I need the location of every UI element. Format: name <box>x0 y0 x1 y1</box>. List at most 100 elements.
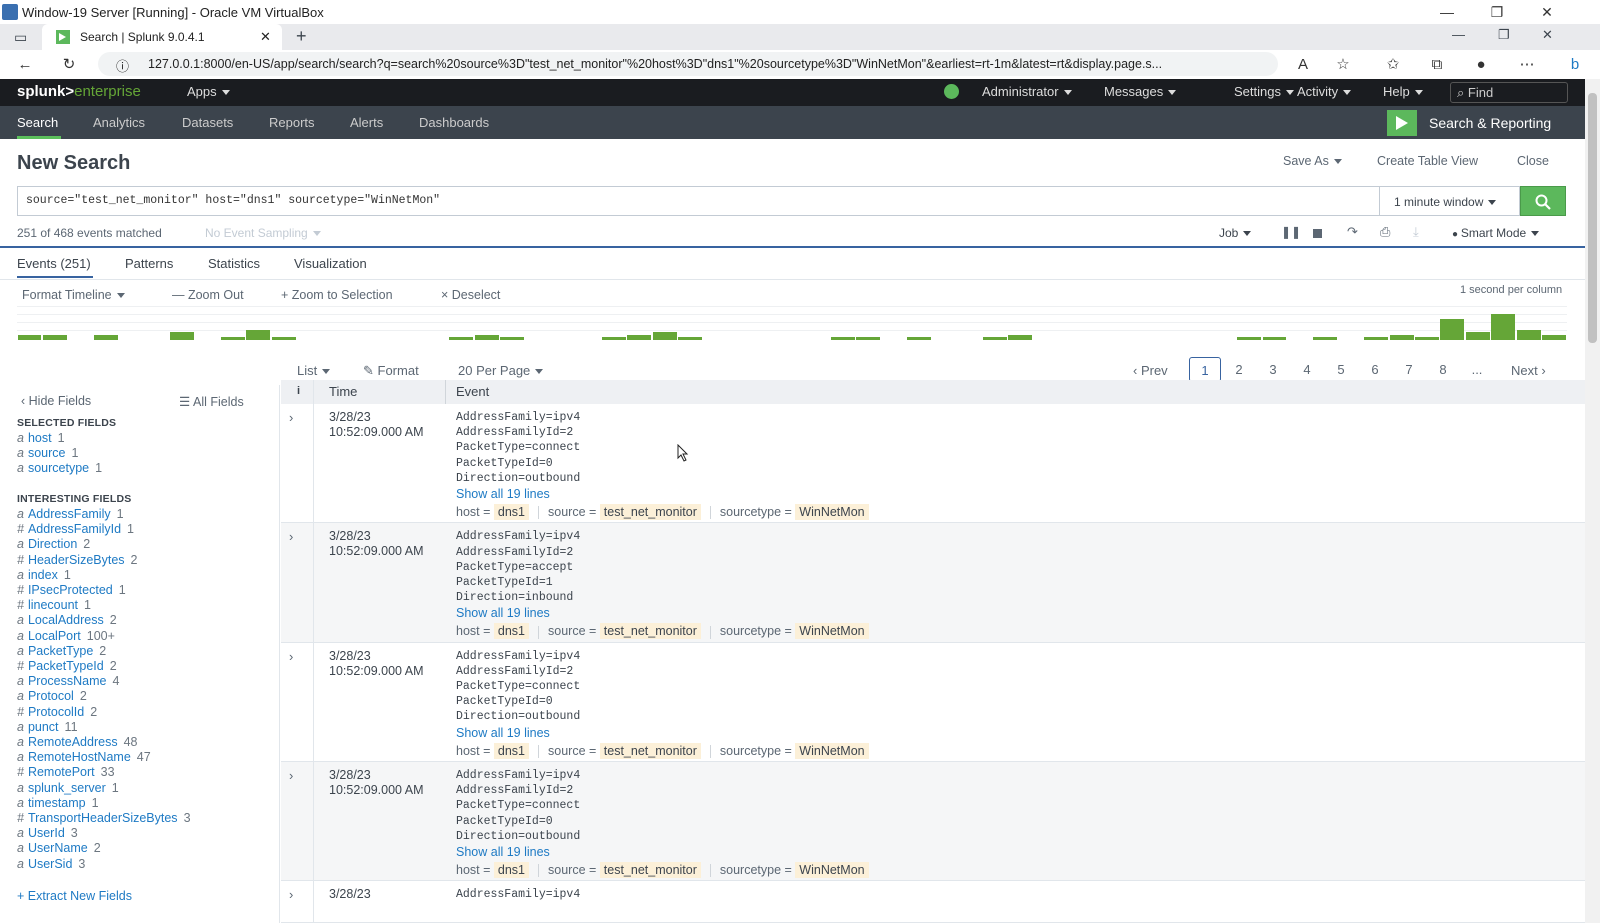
more-icon[interactable]: ⋯ <box>1516 54 1538 74</box>
share-icon[interactable]: ↷ <box>1347 224 1358 240</box>
tab-patterns[interactable]: Patterns <box>125 256 173 271</box>
page-1[interactable]: 1 <box>1189 357 1221 382</box>
health-status-icon[interactable] <box>944 84 959 99</box>
next-page-button[interactable]: Next › <box>1511 363 1546 378</box>
meta-source[interactable]: source = test_net_monitor <box>548 742 701 759</box>
field-ipsecprotected[interactable]: # IPsecProtected 1 <box>17 583 126 597</box>
field-linecount[interactable]: # linecount 1 <box>17 598 91 612</box>
profile-icon[interactable]: ● <box>1470 54 1492 74</box>
page-8[interactable]: 8 <box>1427 357 1459 382</box>
expand-event-icon[interactable]: › <box>289 887 293 902</box>
field-userid[interactable]: a UserId 3 <box>17 826 78 840</box>
search-button[interactable] <box>1520 186 1566 216</box>
field-direction[interactable]: a Direction 2 <box>17 537 90 551</box>
page-6[interactable]: 6 <box>1359 357 1391 382</box>
histogram-bar[interactable] <box>601 337 626 340</box>
per-page-menu[interactable]: 20 Per Page <box>458 363 544 378</box>
nav-alerts[interactable]: Alerts <box>350 115 383 130</box>
meta-host[interactable]: host = dns1 <box>456 623 529 640</box>
bing-icon[interactable]: b <box>1564 54 1586 74</box>
meta-host[interactable]: host = dns1 <box>456 504 529 520</box>
field-protocolid[interactable]: # ProtocolId 2 <box>17 705 97 719</box>
histogram-bar[interactable] <box>1415 337 1439 340</box>
page-2[interactable]: 2 <box>1223 357 1255 382</box>
histogram-bar[interactable] <box>1262 337 1287 340</box>
hide-fields-button[interactable]: ‹ Hide Fields <box>21 394 91 408</box>
tab-statistics[interactable]: Statistics <box>208 256 260 271</box>
deselect-button[interactable]: × Deselect <box>441 288 500 302</box>
page-7[interactable]: 7 <box>1393 357 1425 382</box>
field-usersid[interactable]: a UserSid 3 <box>17 857 85 871</box>
histogram-bar[interactable] <box>500 337 525 340</box>
meta-sourcetype[interactable]: sourcetype = WinNetMon <box>720 861 869 878</box>
favorites-icon[interactable]: ✩ <box>1382 54 1404 74</box>
tab-events[interactable]: Events (251) <box>17 256 91 271</box>
splunk-logo[interactable]: splunk>enterprise <box>17 83 141 100</box>
browser-close-icon[interactable]: ✕ <box>1542 27 1553 43</box>
job-menu[interactable]: Job <box>1219 226 1252 240</box>
back-icon[interactable]: ← <box>14 54 36 74</box>
field-remoteport[interactable]: # RemotePort 33 <box>17 765 115 779</box>
meta-source[interactable]: source = test_net_monitor <box>548 623 701 640</box>
expand-event-icon[interactable]: › <box>289 649 293 664</box>
meta-value[interactable]: dns1 <box>493 504 529 520</box>
meta-value[interactable]: WinNetMon <box>795 504 869 520</box>
vertical-scrollbar[interactable] <box>1585 79 1600 923</box>
histogram-bar[interactable] <box>42 334 67 340</box>
field-packettype[interactable]: a PacketType 2 <box>17 644 106 658</box>
zoom-to-selection-button[interactable]: + Zoom to Selection <box>281 288 393 302</box>
create-table-view-button[interactable]: Create Table View <box>1377 154 1478 168</box>
list-menu[interactable]: List <box>297 363 331 378</box>
field-packettypeid[interactable]: # PacketTypeId 2 <box>17 659 117 673</box>
timeline-histogram[interactable] <box>17 306 1567 340</box>
histogram-bar[interactable] <box>1313 337 1338 340</box>
histogram-bar[interactable] <box>17 334 42 340</box>
histogram-bar[interactable] <box>1465 332 1490 340</box>
field-splunk_server[interactable]: a splunk_server 1 <box>17 781 119 795</box>
new-tab-icon[interactable]: + <box>296 26 307 47</box>
page-5[interactable]: 5 <box>1325 357 1357 382</box>
page-4[interactable]: 4 <box>1291 357 1323 382</box>
histogram-bar[interactable] <box>1516 329 1541 340</box>
meta-sourcetype[interactable]: sourcetype = WinNetMon <box>720 742 869 759</box>
field-addressfamily[interactable]: a AddressFamily 1 <box>17 507 124 521</box>
histogram-bar[interactable] <box>856 337 880 340</box>
histogram-bar[interactable] <box>1491 314 1516 340</box>
histogram-bar[interactable] <box>1237 337 1262 340</box>
meta-value[interactable]: test_net_monitor <box>599 861 701 878</box>
histogram-bar[interactable] <box>1008 334 1033 340</box>
apps-menu[interactable]: Apps <box>187 84 230 99</box>
reload-icon[interactable]: ↻ <box>58 54 80 74</box>
meta-value[interactable]: dns1 <box>493 861 529 878</box>
print-icon[interactable]: ⎙ <box>1380 224 1390 240</box>
app-title[interactable]: Search & Reporting <box>1387 109 1551 137</box>
histogram-bar[interactable] <box>652 332 677 340</box>
meta-value[interactable]: dns1 <box>493 742 529 759</box>
meta-source[interactable]: source = test_net_monitor <box>548 504 701 520</box>
format-timeline-menu[interactable]: Format Timeline <box>22 288 125 302</box>
tab-close-icon[interactable]: ✕ <box>260 29 271 45</box>
field-remoteaddress[interactable]: a RemoteAddress 48 <box>17 735 137 749</box>
meta-host[interactable]: host = dns1 <box>456 861 529 878</box>
field-transportheadersizebytes[interactable]: # TransportHeaderSizeBytes 3 <box>17 811 191 825</box>
histogram-bar[interactable] <box>474 334 499 340</box>
expand-event-icon[interactable]: › <box>289 529 293 544</box>
show-all-lines-link[interactable]: Show all 19 lines <box>456 606 550 620</box>
collections-icon[interactable]: ⧉ <box>1426 54 1448 74</box>
histogram-bar[interactable] <box>169 332 194 340</box>
find-input[interactable]: ⌕ Find <box>1450 82 1568 103</box>
meta-sourcetype[interactable]: sourcetype = WinNetMon <box>720 623 869 640</box>
field-punct[interactable]: a punct 11 <box>17 720 78 734</box>
meta-source[interactable]: source = test_net_monitor <box>548 861 701 878</box>
export-icon[interactable]: ⤓ <box>1413 224 1419 240</box>
event-sampling-menu[interactable]: No Event Sampling <box>205 226 321 240</box>
field-addressfamilyid[interactable]: # AddressFamilyId 1 <box>17 522 134 536</box>
read-aloud-icon[interactable]: A <box>1292 54 1314 74</box>
histogram-bar[interactable] <box>1389 334 1414 340</box>
expand-event-icon[interactable]: › <box>289 410 293 425</box>
browser-minimize-icon[interactable]: — <box>1452 27 1465 42</box>
time-column-header[interactable]: Time <box>329 384 357 399</box>
histogram-bar[interactable] <box>1364 337 1389 340</box>
zoom-out-button[interactable]: — Zoom Out <box>172 288 244 302</box>
browser-restore-icon[interactable]: ❐ <box>1498 27 1510 43</box>
